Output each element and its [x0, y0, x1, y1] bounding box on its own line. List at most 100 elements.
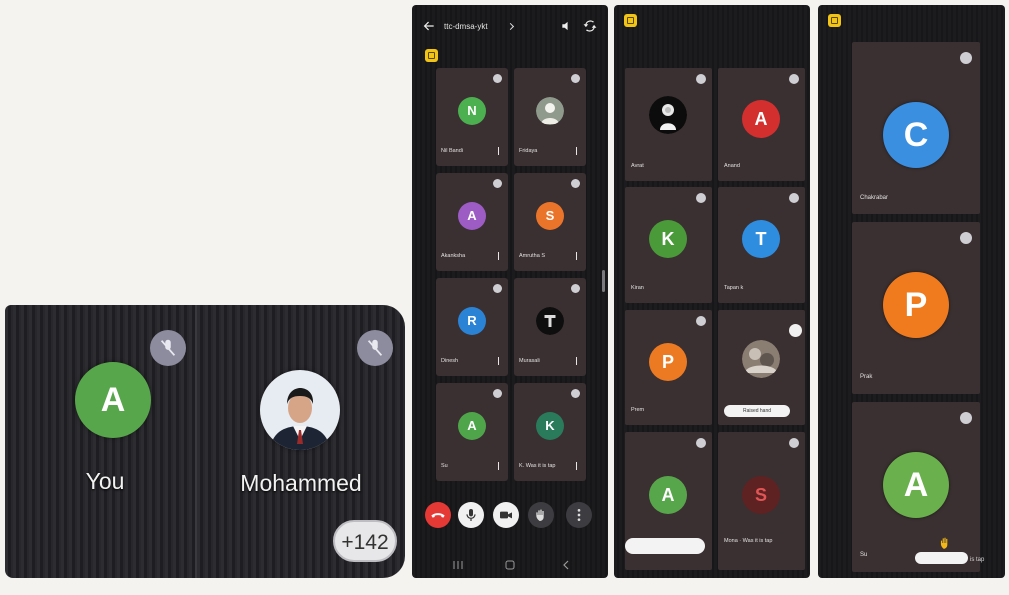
avatar: T — [742, 220, 780, 258]
raise-hand-icon — [536, 509, 544, 521]
call-view-two-up: A You Mohammed +142 — [5, 305, 405, 578]
participant-tile[interactable]: A Akanksha — [436, 173, 508, 271]
more-options-icon[interactable] — [575, 462, 577, 470]
participant-tile[interactable]: P Prak — [852, 222, 980, 394]
participant-name: Tapan k — [724, 285, 744, 291]
participant-name: Dinesh — [441, 358, 459, 364]
participant-tile[interactable]: S Mona · Was it is tap — [718, 432, 805, 570]
mic-off-icon — [571, 389, 580, 398]
participant-tile[interactable]: K K. Was it is tap — [514, 383, 586, 481]
participant-photo — [536, 307, 564, 335]
participant-tile[interactable]: K Kiran — [625, 187, 712, 303]
arrow-left-icon[interactable] — [422, 19, 436, 33]
phone-spotlight-view: C Chakrabar P Prak A Su is tap — [818, 5, 1005, 578]
participant-tile[interactable]: A Su — [436, 383, 508, 481]
more-options-icon[interactable] — [497, 462, 499, 470]
raise-hand-button[interactable] — [528, 502, 554, 528]
phone-grid-view: ttc-dmsa-ykt N Nil Bandi Fridaya A Akank… — [412, 5, 608, 578]
avatar: K — [649, 220, 687, 258]
meeting-code[interactable]: ttc-dmsa-ykt — [444, 22, 488, 31]
participant-name: Su — [441, 463, 448, 469]
more-options-icon[interactable] — [575, 147, 577, 155]
meeting-badge-icon — [828, 14, 841, 27]
participant-tile[interactable]: A Anand — [718, 68, 805, 181]
avatar: C — [883, 102, 949, 168]
participant-tile[interactable]: A — [625, 432, 712, 570]
camera-button[interactable] — [493, 502, 519, 528]
participant-tile[interactable]: S Amrutha S — [514, 173, 586, 271]
end-call-button[interactable] — [425, 502, 451, 528]
participant-tile[interactable]: P Prem — [625, 310, 712, 425]
avatar: A — [649, 476, 687, 514]
participant-name: Chakrabar — [860, 195, 889, 201]
participant-photo — [649, 96, 687, 134]
recent-apps-icon[interactable] — [452, 558, 464, 576]
status-pill — [915, 552, 968, 564]
mic-off-icon — [571, 284, 580, 293]
chevron-right-icon[interactable] — [506, 22, 515, 31]
participant-name: Fridaya — [519, 148, 538, 154]
participant-tile[interactable]: R Dinesh — [436, 278, 508, 376]
participant-tile[interactable]: Raised hand — [718, 310, 805, 425]
participant-name: Prak — [860, 374, 873, 380]
raise-hand-icon — [938, 536, 952, 550]
mic-off-icon — [493, 74, 502, 83]
more-options-icon[interactable] — [497, 357, 499, 365]
microphone-button[interactable] — [458, 502, 484, 528]
mic-off-icon — [696, 74, 706, 84]
mic-off-icon — [789, 438, 799, 448]
avatar: A — [458, 202, 486, 230]
mic-off-icon — [960, 232, 972, 244]
raised-hand-status: Raised hand — [724, 405, 790, 417]
back-nav-icon[interactable] — [560, 558, 572, 576]
participant-name: Murasali — [519, 358, 540, 364]
participant-tile[interactable]: Fridaya — [514, 68, 586, 166]
mic-off-icon — [696, 193, 706, 203]
more-options-icon[interactable] — [575, 357, 577, 365]
participant-name: Mona · Was it is tap — [724, 538, 773, 544]
participant-name: K. Was it is tap — [519, 463, 556, 469]
avatar: A — [75, 362, 151, 438]
participant-photo — [742, 340, 780, 378]
toast-bar[interactable] — [625, 538, 705, 554]
more-options-icon[interactable] — [497, 252, 499, 260]
avatar: R — [458, 307, 486, 335]
participant-tile-you[interactable]: A You — [5, 305, 195, 578]
more-options-icon[interactable] — [575, 252, 577, 260]
speaker-icon[interactable] — [560, 19, 574, 33]
mic-off-icon — [960, 52, 972, 64]
more-options-button[interactable] — [566, 502, 592, 528]
avatar: S — [536, 202, 564, 230]
phone-list-view: Avrat A Anand K Kiran T Tapan k P Prem R… — [614, 5, 810, 578]
microphone-icon — [466, 509, 476, 521]
participant-tile[interactable]: T Tapan k — [718, 187, 805, 303]
camera-icon — [500, 511, 512, 519]
overflow-participants-badge[interactable]: +142 — [333, 520, 397, 562]
avatar: A — [883, 452, 949, 518]
mic-off-icon — [493, 284, 502, 293]
avatar: N — [458, 97, 486, 125]
participant-name: Akanksha — [441, 253, 466, 259]
scroll-indicator[interactable] — [602, 270, 605, 292]
switch-camera-icon[interactable] — [583, 19, 597, 33]
participant-photo — [260, 370, 340, 450]
mic-off-icon — [493, 179, 502, 188]
avatar: A — [458, 412, 486, 440]
mic-off-icon — [493, 389, 502, 398]
status-suffix: is tap — [970, 557, 985, 563]
end-call-icon — [431, 513, 445, 518]
avatar: P — [649, 343, 687, 381]
raise-hand-icon — [789, 324, 802, 337]
more-options-icon[interactable] — [497, 147, 499, 155]
participant-tile[interactable]: N Nil Bandi — [436, 68, 508, 166]
participant-tile-mohammed[interactable]: Mohammed +142 — [195, 305, 405, 578]
participant-tile[interactable]: Avrat — [625, 68, 712, 181]
mic-off-icon — [571, 179, 580, 188]
participant-tile[interactable]: A Su — [852, 402, 980, 572]
participant-name: You — [85, 468, 125, 494]
participant-name: Amrutha S — [519, 253, 545, 259]
participant-tile[interactable]: C Chakrabar — [852, 42, 980, 214]
home-icon[interactable] — [504, 558, 516, 576]
meeting-badge-icon — [624, 14, 637, 27]
participant-tile[interactable]: Murasali — [514, 278, 586, 376]
